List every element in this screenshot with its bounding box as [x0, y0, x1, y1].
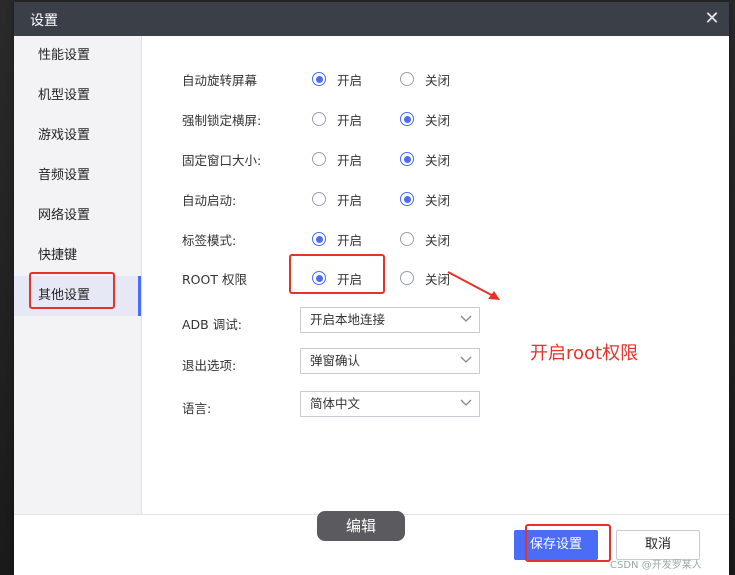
- radio-on-label: 开启: [337, 193, 363, 208]
- watermark: CSDN @开发罗某人: [610, 560, 702, 571]
- radio-on[interactable]: [312, 112, 326, 126]
- radio-off-label: 关闭: [425, 113, 451, 128]
- radio-on-label: 开启: [337, 113, 363, 128]
- annotation-text: 开启root权限: [530, 343, 639, 364]
- radio-off-label: 关闭: [425, 73, 451, 88]
- setting-label: ADB 调试:: [182, 317, 242, 332]
- chevron-down-icon: [460, 315, 472, 322]
- setting-label: 语言:: [182, 401, 212, 416]
- radio-on-label: 开启: [337, 153, 363, 168]
- radio-off-label: 关闭: [425, 193, 451, 208]
- exit-option-select[interactable]: 弹窗确认: [300, 348, 480, 374]
- setting-label: 自动旋转屏幕: [182, 73, 258, 88]
- radio-on[interactable]: [312, 192, 326, 206]
- sidebar-item-performance[interactable]: 性能设置: [14, 36, 141, 76]
- setting-label: 强制锁定横屏:: [182, 113, 262, 128]
- language-select[interactable]: 简体中文: [300, 391, 480, 417]
- radio-off[interactable]: [400, 192, 414, 206]
- radio-off-label: 关闭: [425, 233, 451, 248]
- settings-content: 自动旋转屏幕 开启 关闭 强制锁定横屏: 开启 关闭 固定窗口大小: 开启 关闭…: [142, 36, 729, 514]
- adb-debug-select[interactable]: 开启本地连接: [300, 307, 480, 333]
- annotation-box-save: [525, 524, 611, 562]
- radio-root-off[interactable]: [400, 271, 414, 285]
- radio-on-label: 开启: [337, 73, 363, 88]
- sidebar-item-audio[interactable]: 音频设置: [14, 156, 141, 196]
- radio-off[interactable]: [400, 112, 414, 126]
- radio-on[interactable]: [312, 232, 326, 246]
- sidebar-item-device-model[interactable]: 机型设置: [14, 76, 141, 116]
- radio-off-label: 关闭: [425, 153, 451, 168]
- radio-off[interactable]: [400, 232, 414, 246]
- setting-label: 退出选项:: [182, 358, 237, 373]
- radio-on-label: 开启: [337, 233, 363, 248]
- setting-label-root: ROOT 权限: [182, 272, 247, 287]
- close-icon[interactable]: ✕: [701, 8, 723, 30]
- annotation-box-root-on: [289, 254, 385, 294]
- dialog-titlebar: 设置 ✕: [14, 2, 729, 36]
- sidebar-item-game[interactable]: 游戏设置: [14, 116, 141, 156]
- edit-button[interactable]: 编辑: [317, 511, 405, 541]
- setting-label: 自动启动:: [182, 193, 237, 208]
- setting-label: 固定窗口大小:: [182, 153, 262, 168]
- dialog-title: 设置: [30, 13, 58, 29]
- radio-off[interactable]: [400, 72, 414, 86]
- chevron-down-icon: [460, 399, 472, 406]
- annotation-box-sidebar: [29, 272, 115, 309]
- sidebar-item-shortcuts[interactable]: 快捷键: [14, 236, 141, 276]
- radio-off[interactable]: [400, 152, 414, 166]
- chevron-down-icon: [460, 356, 472, 363]
- radio-on[interactable]: [312, 152, 326, 166]
- setting-label: 标签模式:: [182, 233, 237, 248]
- radio-on[interactable]: [312, 72, 326, 86]
- sidebar-item-network[interactable]: 网络设置: [14, 196, 141, 236]
- annotation-arrow-icon: [447, 271, 500, 300]
